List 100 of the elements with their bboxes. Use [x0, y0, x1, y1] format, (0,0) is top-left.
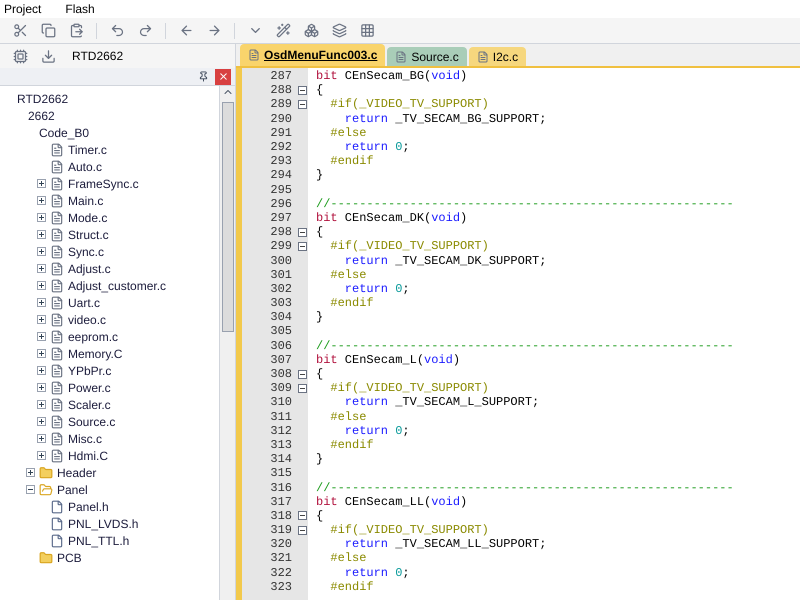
fold-toggle[interactable] [298, 228, 306, 237]
plus-icon [38, 214, 45, 221]
line-number: 300 [270, 254, 293, 267]
expand-toggle[interactable] [37, 434, 46, 443]
fold-toggle[interactable] [298, 86, 306, 95]
expand-toggle[interactable] [37, 298, 46, 307]
tree-item[interactable]: Main.c [68, 192, 104, 210]
code-line: return _TV_SECAM_L_SUPPORT; [344, 396, 540, 408]
fold-toggle[interactable] [298, 242, 306, 251]
expand-toggle[interactable] [37, 383, 46, 392]
expand-toggle[interactable] [37, 281, 46, 290]
tree-item[interactable]: FrameSync.c [68, 174, 139, 192]
line-number: 315 [270, 467, 293, 480]
file-icon [50, 364, 64, 378]
file-tab[interactable]: I2c.c [468, 47, 526, 66]
expand-toggle[interactable] [37, 196, 46, 205]
tree-item[interactable]: Mode.c [68, 208, 108, 226]
tree-item[interactable]: RTD2662 [17, 90, 68, 108]
tree-item[interactable]: Uart.c [68, 294, 100, 312]
tree-item[interactable]: Memory.C [68, 344, 122, 362]
fold-toggle[interactable] [298, 511, 306, 520]
expand-toggle[interactable] [26, 485, 35, 494]
tree-item[interactable]: Source.c [68, 412, 116, 430]
line-number: 309 [270, 382, 293, 394]
tree-item[interactable]: Timer.c [68, 140, 107, 158]
plus-icon [38, 299, 45, 306]
expand-toggle[interactable] [37, 349, 46, 358]
plus-icon [38, 180, 45, 187]
fold-toggle[interactable] [298, 526, 306, 535]
tree-item[interactable]: PCB [57, 548, 82, 566]
chip-icon [12, 48, 28, 64]
code-line: bit CEnSecam_BG(void) [316, 70, 468, 82]
close-button[interactable] [215, 68, 231, 84]
code-line: { [316, 84, 324, 96]
file-icon [50, 448, 64, 462]
tree-item[interactable]: Hdmi.C [68, 446, 108, 464]
tree-item[interactable]: Misc.c [68, 430, 102, 448]
folder-icon [39, 466, 53, 480]
tree-item[interactable]: Adjust.c [68, 260, 111, 278]
code-line: { [316, 510, 324, 522]
expand-toggle[interactable] [37, 417, 46, 426]
line-number: 318 [270, 510, 293, 522]
tree-item[interactable]: 2662 [28, 106, 55, 124]
target-name: RTD2662 [72, 48, 124, 65]
expand-toggle[interactable] [37, 179, 46, 188]
expand-toggle[interactable] [37, 366, 46, 375]
tree-item[interactable]: YPbPr.c [68, 362, 112, 380]
menu-item[interactable]: Project [4, 0, 42, 18]
line-number: 301 [270, 268, 293, 281]
tree-item[interactable]: PNL_TTL.h [68, 532, 130, 550]
expand-toggle[interactable] [37, 315, 46, 324]
expand-toggle[interactable] [37, 400, 46, 409]
code-line: //-------------------------------------------------------- [316, 198, 734, 210]
tree-item[interactable]: Struct.c [68, 226, 109, 244]
code-line: return _TV_SECAM_LL_SUPPORT; [344, 538, 546, 550]
code-line: } [316, 453, 324, 466]
code-line: #endif [329, 297, 374, 310]
tree-item[interactable]: Sync.c [68, 242, 104, 260]
tree-item[interactable]: Header [57, 464, 96, 482]
expand-toggle[interactable] [37, 451, 46, 460]
expand-toggle[interactable] [37, 332, 46, 341]
expand-toggle[interactable] [37, 247, 46, 256]
expand-toggle[interactable] [37, 264, 46, 273]
plus-icon [27, 469, 34, 476]
tree-item[interactable]: PNL_LVDS.h [68, 514, 138, 532]
scroll-thumb[interactable] [222, 102, 234, 332]
fold-toggle[interactable] [298, 100, 306, 109]
tree-item[interactable]: video.c [68, 310, 106, 328]
expand-toggle[interactable] [37, 213, 46, 222]
undo-icon [110, 23, 124, 38]
line-number: 310 [270, 396, 293, 408]
file-icon [50, 142, 64, 156]
line-number: 319 [270, 524, 293, 536]
tree-item[interactable]: Auto.c [68, 158, 102, 176]
code-line: return 0; [344, 141, 410, 154]
line-number: 295 [270, 184, 293, 196]
line-number: 292 [270, 141, 293, 154]
expand-toggle[interactable] [37, 230, 46, 239]
line-number: 312 [270, 424, 293, 437]
folder-icon [39, 550, 53, 564]
code-line: #endif [329, 580, 374, 593]
code-line: return 0; [344, 424, 410, 437]
tree-item[interactable]: Panel.h [68, 498, 109, 516]
tree-item[interactable]: eeprom.c [68, 328, 118, 346]
plus-icon [38, 231, 45, 238]
tree-item[interactable]: Panel [57, 480, 88, 498]
tree-item[interactable]: Scaler.c [68, 396, 111, 414]
tree-item[interactable]: Power.c [68, 378, 111, 396]
code-line: bit CEnSecam_L(void) [316, 354, 460, 366]
fold-toggle[interactable] [298, 370, 306, 379]
code-line: #endif [329, 438, 374, 451]
plus-icon [38, 333, 45, 340]
plus-icon [38, 435, 45, 442]
expand-toggle[interactable] [26, 468, 35, 477]
menu-item[interactable]: Flash [65, 0, 95, 18]
tree-item[interactable]: Code_B0 [39, 124, 90, 142]
fold-toggle[interactable] [298, 384, 306, 393]
tree-item[interactable]: Adjust_customer.c [68, 276, 166, 294]
file-tab[interactable]: Source.c [387, 47, 467, 66]
file-tab[interactable]: OsdMenuFunc003.c [240, 44, 386, 66]
